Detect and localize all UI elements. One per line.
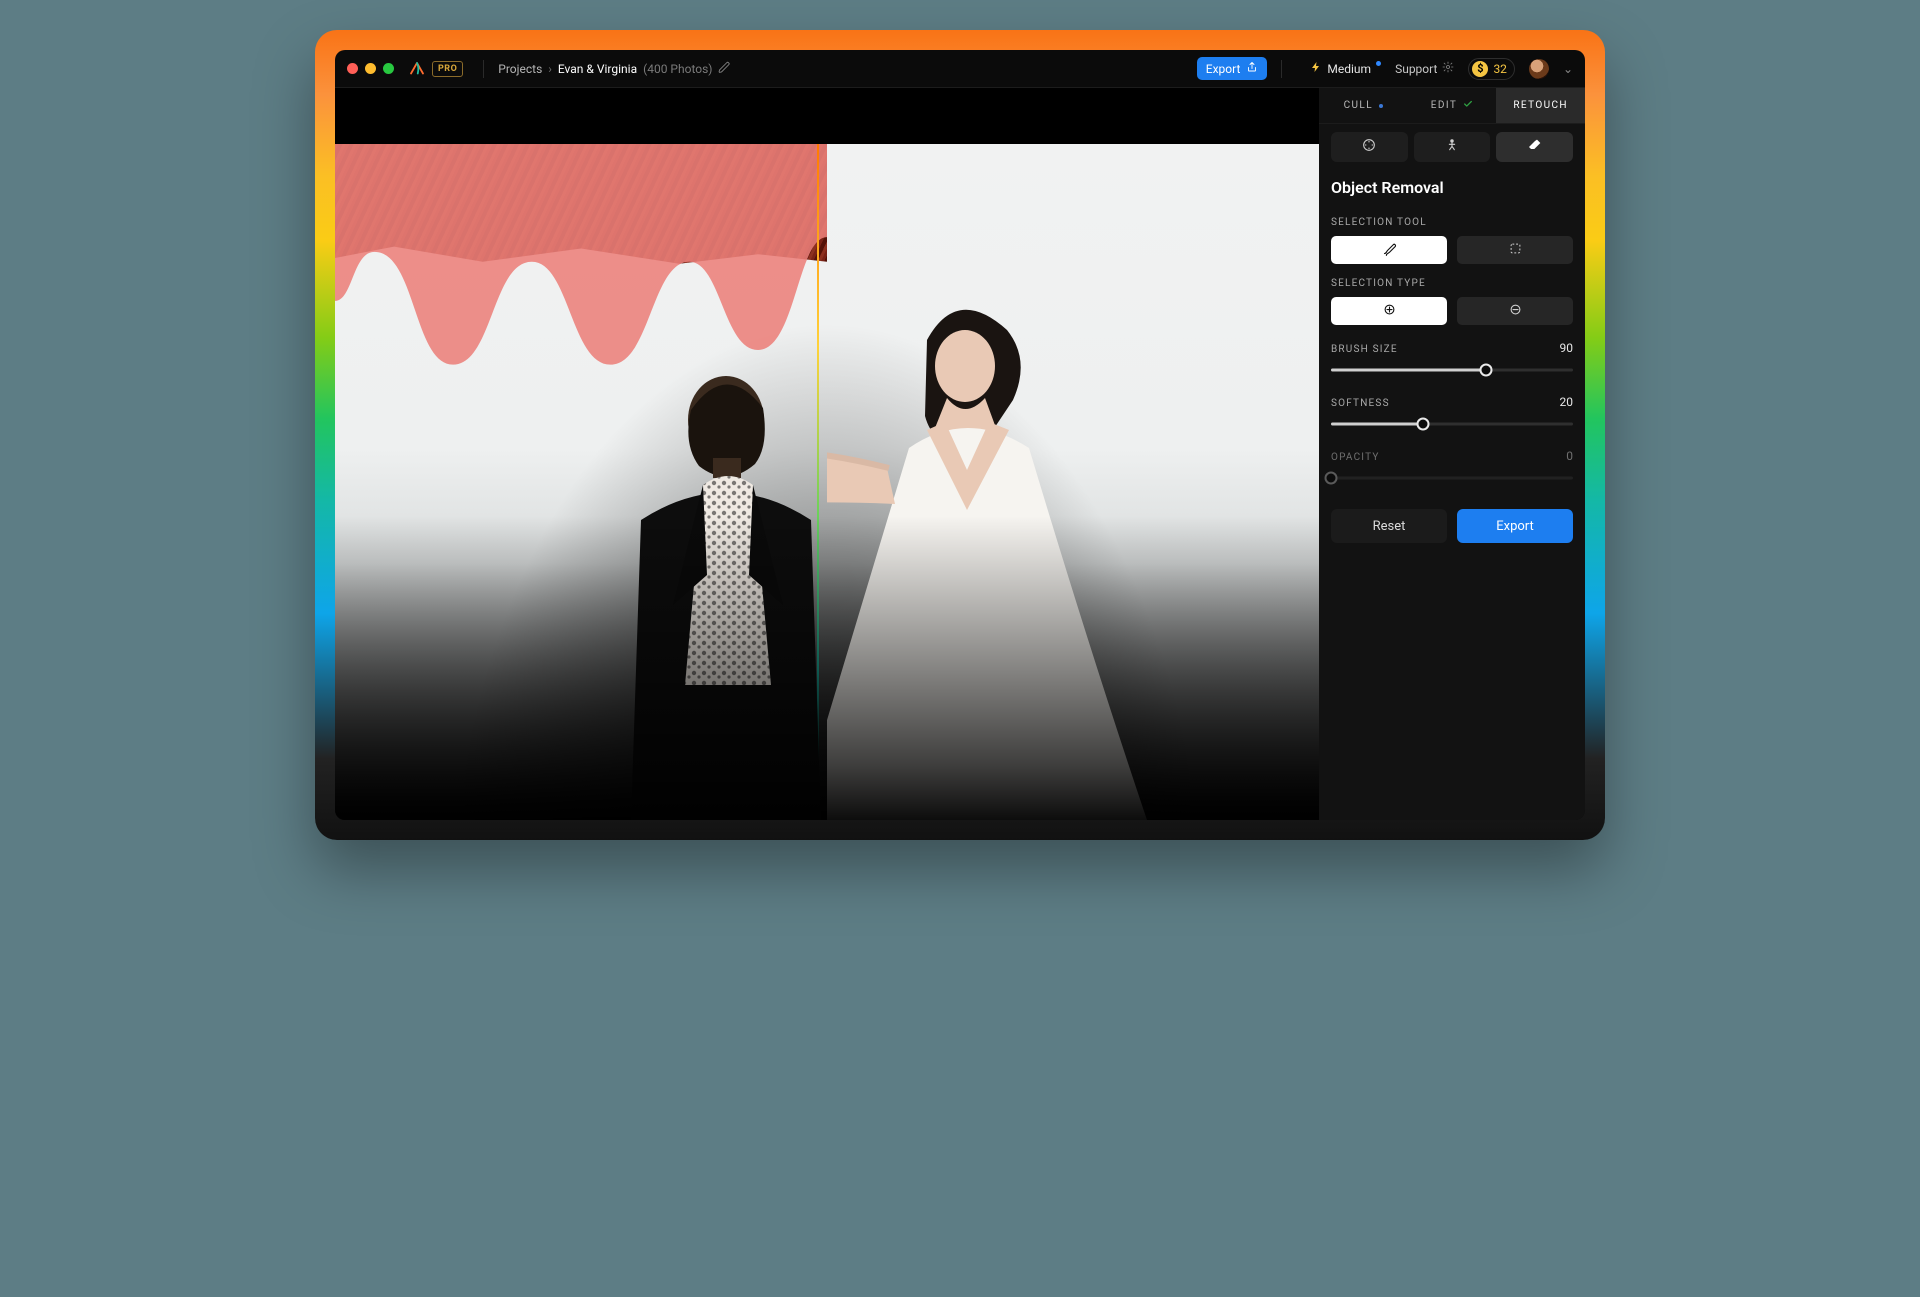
sparkle-icon	[1361, 137, 1377, 157]
export-button-label: Export	[1496, 519, 1534, 534]
softness-value: 20	[1560, 395, 1574, 409]
tab-retouch[interactable]: RETOUCH	[1496, 88, 1585, 124]
tab-edit-label: EDIT	[1431, 100, 1457, 111]
titlebar-right: Medium Support $ 32 ⌄	[1310, 58, 1573, 80]
zoom-icon[interactable]	[383, 63, 394, 74]
tab-cull[interactable]: CULL	[1319, 88, 1408, 124]
close-icon[interactable]	[347, 63, 358, 74]
panel-title: Object Removal	[1331, 178, 1573, 197]
softness-label: SOFTNESS	[1331, 398, 1390, 409]
retouch-tool-row	[1319, 132, 1585, 162]
breadcrumb-root[interactable]: Projects	[498, 62, 542, 76]
export-button-label: Export	[1206, 62, 1241, 76]
tool-eraser-button[interactable]	[1496, 132, 1573, 162]
app-window: PRO Projects › Evan & Virginia (400 Phot…	[335, 50, 1585, 820]
mode-tabs: CULL EDIT RETOUCH	[1319, 88, 1585, 124]
rainbow-frame: PRO Projects › Evan & Virginia (400 Phot…	[315, 30, 1605, 840]
brush-icon	[1382, 241, 1397, 260]
subject-bride	[827, 280, 1147, 820]
app-logo[interactable]: PRO	[408, 60, 463, 78]
reset-button-label: Reset	[1373, 519, 1406, 534]
subject-groom	[591, 350, 851, 820]
coin-icon: $	[1472, 61, 1488, 77]
minimize-icon[interactable]	[365, 63, 376, 74]
pro-badge: PRO	[432, 61, 463, 77]
breadcrumb: Projects › Evan & Virginia (400 Photos)	[498, 61, 731, 77]
divider	[483, 60, 484, 78]
gear-icon	[1442, 61, 1454, 76]
softness-slider[interactable]	[1331, 415, 1573, 433]
opacity-label: OPACITY	[1331, 452, 1380, 463]
indicator-dot-icon	[1379, 104, 1383, 108]
selection-tool-brush[interactable]	[1331, 236, 1447, 264]
breadcrumb-current[interactable]: Evan & Virginia	[558, 62, 637, 76]
selection-tool-label: SELECTION TOOL	[1331, 217, 1573, 228]
brush-size-value: 90	[1560, 341, 1574, 355]
photo-preview	[335, 144, 1319, 820]
compare-slider[interactable]	[817, 144, 819, 820]
canvas[interactable]	[335, 88, 1319, 820]
support-link[interactable]: Support	[1395, 61, 1454, 76]
credits-value: 32	[1493, 62, 1507, 76]
sidebar: CULL EDIT RETOUCH	[1319, 88, 1585, 820]
foliage-illustration	[335, 144, 827, 334]
brush-size-label: BRUSH SIZE	[1331, 344, 1398, 355]
selection-type-label: SELECTION TYPE	[1331, 278, 1573, 289]
selection-type-add[interactable]	[1331, 297, 1447, 325]
export-button[interactable]: Export	[1457, 509, 1573, 543]
aftershoot-logo-icon	[408, 60, 426, 78]
credits-pill[interactable]: $ 32	[1468, 58, 1515, 80]
divider	[1281, 60, 1282, 78]
tab-retouch-label: RETOUCH	[1513, 100, 1568, 111]
reset-button[interactable]: Reset	[1331, 509, 1447, 543]
selection-type-subtract[interactable]	[1457, 297, 1573, 325]
export-button[interactable]: Export	[1197, 57, 1268, 80]
brush-size-slider[interactable]	[1331, 361, 1573, 379]
tool-subject-button[interactable]	[1414, 132, 1491, 162]
tab-edit[interactable]: EDIT	[1408, 88, 1497, 124]
breadcrumb-meta: (400 Photos)	[643, 62, 712, 76]
marquee-icon	[1508, 241, 1523, 260]
selection-mask	[335, 144, 827, 399]
speed-label: Medium	[1327, 62, 1371, 76]
main: CULL EDIT RETOUCH	[335, 88, 1585, 820]
person-icon	[1444, 137, 1460, 157]
window-controls	[347, 63, 394, 74]
share-icon	[1246, 61, 1258, 76]
panel-actions: Reset Export	[1331, 509, 1573, 543]
support-label: Support	[1395, 62, 1437, 76]
speed-toggle[interactable]: Medium	[1310, 61, 1381, 76]
chevron-right-icon: ›	[548, 62, 552, 76]
opacity-value: 0	[1566, 449, 1573, 463]
titlebar: PRO Projects › Evan & Virginia (400 Phot…	[335, 50, 1585, 88]
eraser-icon	[1527, 137, 1543, 157]
plus-circle-icon	[1382, 302, 1397, 321]
opacity-slider[interactable]	[1331, 469, 1573, 487]
pencil-icon[interactable]	[718, 61, 731, 77]
indicator-dot-icon	[1376, 61, 1381, 66]
selection-type-segment	[1331, 297, 1573, 325]
selection-tool-box[interactable]	[1457, 236, 1573, 264]
bolt-icon	[1310, 61, 1322, 76]
check-icon	[1463, 99, 1473, 112]
avatar[interactable]	[1529, 59, 1549, 79]
tab-cull-label: CULL	[1344, 100, 1373, 111]
tool-auto-button[interactable]	[1331, 132, 1408, 162]
chevron-down-icon[interactable]: ⌄	[1563, 62, 1573, 76]
selection-tool-segment	[1331, 236, 1573, 264]
minus-circle-icon	[1508, 302, 1523, 321]
